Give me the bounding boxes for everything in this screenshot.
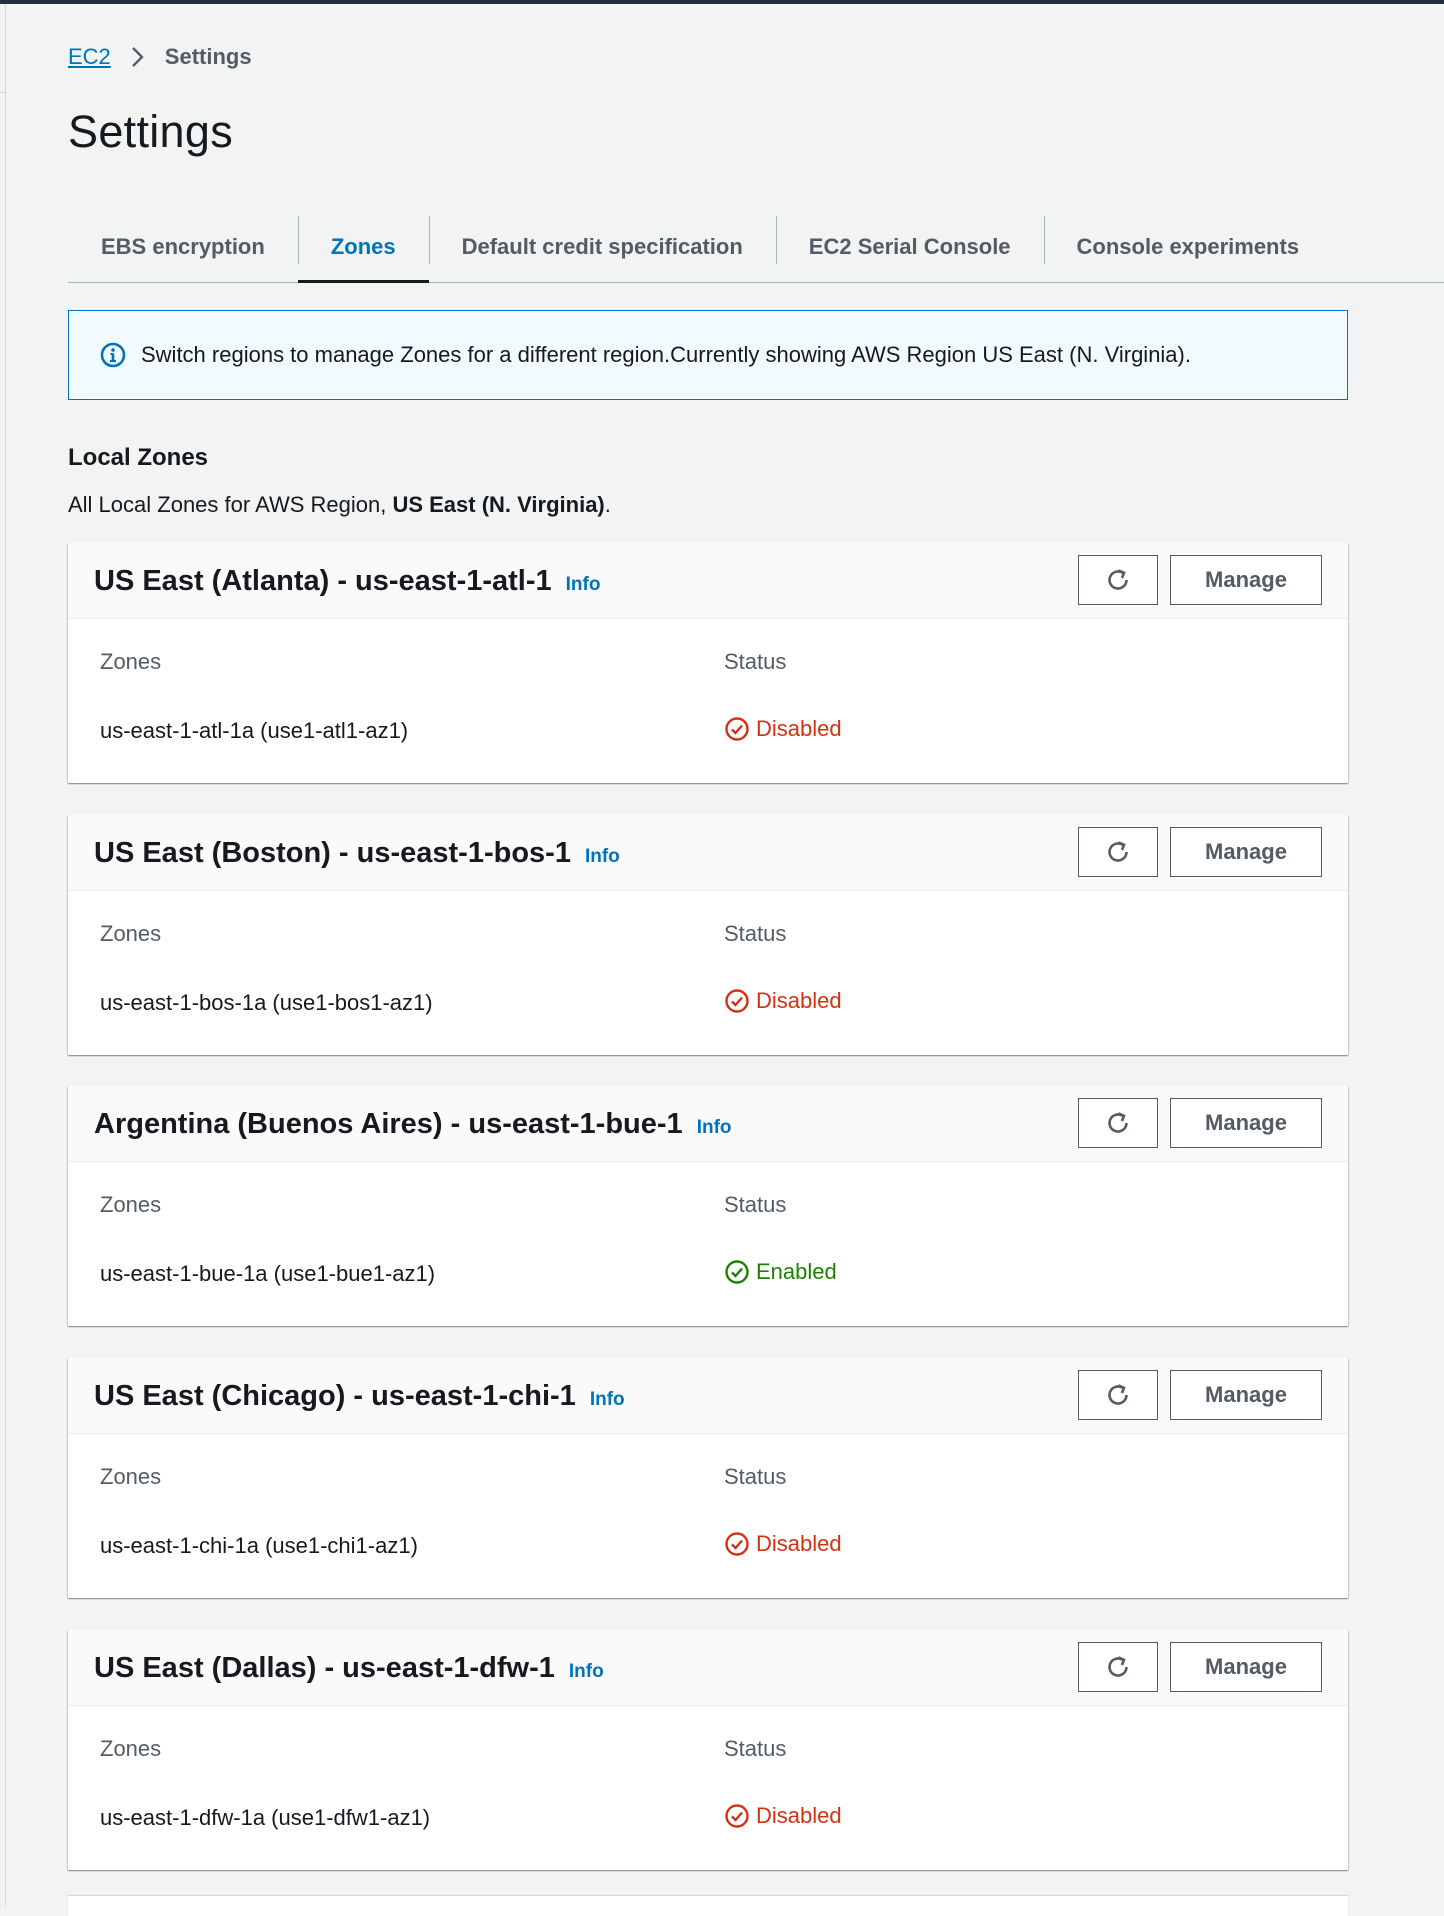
zone-group-title-text: US East (Dallas) - us-east-1-dfw-1 <box>94 1652 555 1684</box>
refresh-icon <box>1108 1112 1128 1133</box>
disabled-status-icon <box>725 1804 749 1828</box>
manage-button[interactable]: Manage <box>1170 1098 1322 1148</box>
status-column-header: Status <box>724 1192 787 1217</box>
manage-button[interactable]: Manage <box>1170 1370 1322 1420</box>
zone-group-card-partial <box>68 1896 1348 1916</box>
zone-group-card: US East (Atlanta) - us-east-1-atl-1 Info… <box>68 543 1348 783</box>
info-link[interactable]: Info <box>569 1661 604 1683</box>
status-column-header: Status <box>724 649 787 674</box>
local-zones-description: All Local Zones for AWS Region, US East … <box>68 492 611 518</box>
zones-column-header: Zones <box>100 1736 162 1761</box>
status-text: Enabled <box>756 1259 837 1284</box>
zones-column-header: Zones <box>100 921 162 946</box>
breadcrumb-current: Settings <box>164 44 252 69</box>
refresh-icon <box>1108 1656 1128 1677</box>
zone-id: us-east-1-bos-1a (use1-bos1-az1) <box>100 990 433 1015</box>
zone-group-header: Argentina (Buenos Aires) - us-east-1-bue… <box>68 1086 1348 1162</box>
manage-button[interactable]: Manage <box>1170 1642 1322 1692</box>
zones-column-header: Zones <box>100 1192 162 1217</box>
local-zones-desc-region: US East (N. Virginia) <box>392 492 605 517</box>
status-text: Disabled <box>756 716 842 741</box>
zone-id: us-east-1-dfw-1a (use1-dfw1-az1) <box>100 1805 431 1830</box>
zone-group-card: US East (Chicago) - us-east-1-chi-1 Info… <box>68 1358 1348 1598</box>
status-badge: Disabled <box>724 1531 842 1557</box>
breadcrumb-ec2-link[interactable]: EC2 <box>68 44 111 70</box>
settings-tabs: EBS encryption Zones Default credit spec… <box>68 212 1444 283</box>
zone-group-title: US East (Atlanta) - us-east-1-atl-1 Info <box>94 565 600 598</box>
status-text: Disabled <box>756 1803 842 1828</box>
zone-group-card: US East (Dallas) - us-east-1-dfw-1 Info … <box>68 1630 1348 1870</box>
zone-group-title: Argentina (Buenos Aires) - us-east-1-bue… <box>94 1108 732 1141</box>
refresh-button[interactable] <box>1078 555 1158 605</box>
tab-zones[interactable]: Zones <box>297 212 429 283</box>
info-link[interactable]: Info <box>590 1389 625 1411</box>
refresh-icon <box>1108 1384 1128 1405</box>
refresh-button[interactable] <box>1078 1370 1158 1420</box>
status-badge: Disabled <box>724 1803 842 1829</box>
refresh-button[interactable] <box>1078 1098 1158 1148</box>
local-zones-heading: Local Zones <box>68 444 209 471</box>
zone-group-title-text: US East (Atlanta) - us-east-1-atl-1 <box>94 565 552 597</box>
zone-id: us-east-1-atl-1a (use1-atl1-az1) <box>100 718 409 743</box>
tab-ebs-encryption[interactable]: EBS encryption <box>68 212 298 282</box>
side-nav-border <box>5 4 6 1906</box>
status-text: Disabled <box>756 1531 842 1556</box>
tab-console-experiments[interactable]: Console experiments <box>1043 212 1333 282</box>
tab-ec2-serial-console[interactable]: EC2 Serial Console <box>775 212 1044 282</box>
status-column-header: Status <box>724 1736 787 1761</box>
zone-group-title-text: US East (Chicago) - us-east-1-chi-1 <box>94 1380 576 1412</box>
zone-group-header: US East (Atlanta) - us-east-1-atl-1 Info… <box>68 543 1348 619</box>
enabled-status-icon <box>725 1260 749 1284</box>
status-column-header: Status <box>724 921 787 946</box>
refresh-button[interactable] <box>1078 827 1158 877</box>
breadcrumb: EC2 Settings <box>68 42 252 72</box>
zone-group-title-text: Argentina (Buenos Aires) - us-east-1-bue… <box>94 1108 683 1140</box>
zone-id: us-east-1-bue-1a (use1-bue1-az1) <box>100 1261 436 1286</box>
zone-group-header: US East (Chicago) - us-east-1-chi-1 Info… <box>68 1358 1348 1434</box>
zones-column-header: Zones <box>100 1464 162 1489</box>
disabled-status-icon <box>725 1532 749 1556</box>
info-banner: Switch regions to manage Zones for a dif… <box>68 310 1348 400</box>
local-zones-desc-suffix: . <box>604 492 611 517</box>
info-link[interactable]: Info <box>697 1117 732 1139</box>
zone-group-header: US East (Dallas) - us-east-1-dfw-1 Info … <box>68 1630 1348 1706</box>
info-circle-icon <box>100 342 126 368</box>
zone-group-title-text: US East (Boston) - us-east-1-bos-1 <box>94 837 571 869</box>
zone-group-card: Argentina (Buenos Aires) - us-east-1-bue… <box>68 1086 1348 1326</box>
zone-group-card: US East (Boston) - us-east-1-bos-1 Info … <box>68 815 1348 1055</box>
refresh-button[interactable] <box>1078 1642 1158 1692</box>
page-title: Settings <box>68 106 233 157</box>
tab-default-credit-specification[interactable]: Default credit specification <box>428 212 776 282</box>
info-link[interactable]: Info <box>585 846 620 868</box>
info-banner-text: Switch regions to manage Zones for a dif… <box>141 342 1191 367</box>
local-zones-desc-prefix: All Local Zones for AWS Region, <box>68 492 393 517</box>
chevron-right-icon <box>131 47 144 67</box>
side-nav-divider <box>0 92 6 93</box>
status-column-header: Status <box>724 1464 787 1489</box>
status-badge: Enabled <box>724 1259 837 1285</box>
zone-group-title: US East (Boston) - us-east-1-bos-1 Info <box>94 837 620 870</box>
zones-column-header: Zones <box>100 649 162 674</box>
status-text: Disabled <box>756 988 842 1013</box>
refresh-icon <box>1108 569 1128 590</box>
refresh-icon <box>1108 841 1128 862</box>
zone-group-title: US East (Chicago) - us-east-1-chi-1 Info <box>94 1380 625 1413</box>
manage-button[interactable]: Manage <box>1170 555 1322 605</box>
zone-group-header: US East (Boston) - us-east-1-bos-1 Info … <box>68 815 1348 891</box>
top-nav-bar <box>0 0 1444 4</box>
manage-button[interactable]: Manage <box>1170 827 1322 877</box>
zone-group-title: US East (Dallas) - us-east-1-dfw-1 Info <box>94 1652 604 1685</box>
status-badge: Disabled <box>724 988 842 1014</box>
status-badge: Disabled <box>724 716 842 742</box>
disabled-status-icon <box>725 989 749 1013</box>
zone-id: us-east-1-chi-1a (use1-chi1-az1) <box>100 1533 418 1558</box>
info-link[interactable]: Info <box>566 574 601 596</box>
disabled-status-icon <box>725 717 749 741</box>
